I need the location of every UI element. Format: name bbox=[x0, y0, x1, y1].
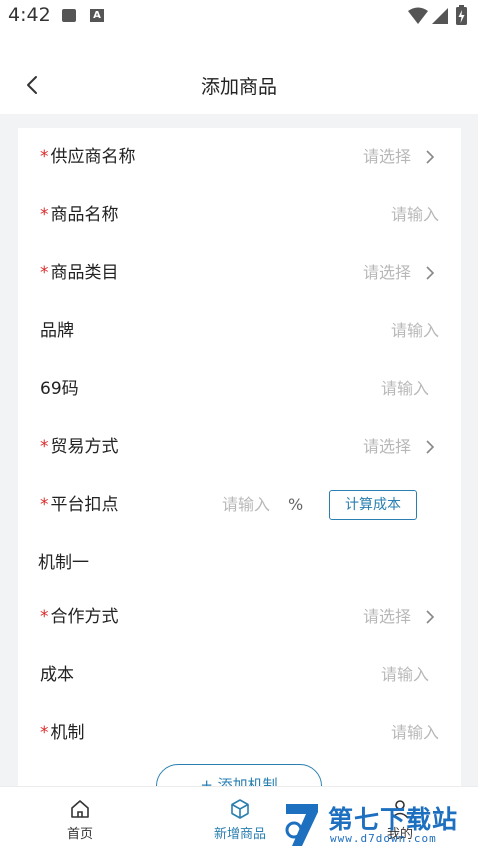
mechanism-section-title: 机制一 bbox=[38, 553, 89, 573]
mechanism-row: * 机制 请输入 bbox=[18, 704, 461, 762]
platform-discount-label: * 平台扣点 bbox=[40, 495, 119, 515]
box-icon bbox=[231, 799, 249, 819]
code69-row: 69码 请输入 bbox=[18, 360, 461, 418]
supplier-row[interactable]: * 供应商名称 请选择 bbox=[18, 128, 461, 186]
chevron-right-icon bbox=[426, 150, 435, 164]
cooperation-mode-label: * 合作方式 bbox=[40, 607, 119, 627]
status-bar: 4:42 A bbox=[0, 0, 478, 34]
image-notification-icon bbox=[62, 9, 76, 22]
brand-row: 品牌 请输入 bbox=[18, 302, 461, 360]
battery-icon bbox=[456, 5, 467, 25]
watermark: 第七下载站 www.d7down.com bbox=[282, 798, 478, 850]
category-select[interactable]: 请选择 bbox=[363, 244, 411, 302]
mechanism-label: * 机制 bbox=[40, 723, 85, 743]
chevron-right-icon bbox=[426, 266, 435, 280]
wifi-icon bbox=[408, 7, 428, 24]
code69-input[interactable]: 请输入 bbox=[381, 360, 429, 418]
platform-discount-input[interactable]: 请输入 bbox=[222, 476, 270, 534]
category-label: * 商品类目 bbox=[40, 263, 119, 283]
chevron-right-icon bbox=[426, 610, 435, 624]
trade-mode-select[interactable]: 请选择 bbox=[363, 418, 411, 476]
product-form: * 供应商名称 请选择 * 商品名称 请输入 * 商品类目 请选择 品牌 请输入 69… bbox=[18, 128, 461, 788]
watermark-title: 第七下载站 bbox=[328, 805, 459, 834]
supplier-label: * 供应商名称 bbox=[40, 147, 136, 167]
brand-input[interactable]: 请输入 bbox=[391, 302, 439, 360]
cost-input[interactable]: 请输入 bbox=[381, 646, 429, 704]
platform-discount-row: * 平台扣点 请输入 % 计算成本 bbox=[18, 476, 461, 534]
home-icon bbox=[71, 800, 89, 818]
product-name-label: * 商品名称 bbox=[40, 205, 119, 225]
watermark-url: www.d7down.com bbox=[330, 832, 437, 845]
add-mechanism-button[interactable]: + 添加机制 bbox=[156, 764, 322, 788]
calculate-cost-button[interactable]: 计算成本 bbox=[329, 490, 417, 520]
percent-unit: % bbox=[288, 495, 304, 514]
code69-label: 69码 bbox=[40, 379, 79, 399]
product-name-row: * 商品名称 请输入 bbox=[18, 186, 461, 244]
category-row[interactable]: * 商品类目 请选择 bbox=[18, 244, 461, 302]
a-notification-icon: A bbox=[90, 9, 104, 22]
page-title: 添加商品 bbox=[200, 76, 277, 98]
status-time: 4:42 bbox=[8, 4, 51, 26]
cooperation-mode-select[interactable]: 请选择 bbox=[363, 588, 411, 646]
tab-home[interactable]: 首页 bbox=[20, 787, 140, 851]
cost-label: 成本 bbox=[40, 665, 74, 685]
tab-home-label: 首页 bbox=[66, 827, 93, 842]
cooperation-mode-row[interactable]: * 合作方式 请选择 bbox=[18, 588, 461, 646]
cost-row: 成本 请输入 bbox=[18, 646, 461, 704]
status-icons bbox=[406, 5, 472, 27]
supplier-select[interactable]: 请选择 bbox=[363, 128, 411, 186]
watermark-logo-icon bbox=[285, 804, 318, 846]
chevron-right-icon bbox=[426, 440, 435, 454]
required-mark: * bbox=[40, 147, 49, 167]
trade-mode-row[interactable]: * 贸易方式 请选择 bbox=[18, 418, 461, 476]
mechanism-input[interactable]: 请输入 bbox=[391, 704, 439, 762]
product-name-input[interactable]: 请输入 bbox=[391, 186, 439, 244]
trade-mode-label: * 贸易方式 bbox=[40, 437, 119, 457]
nav-bar: 添加商品 bbox=[0, 58, 478, 112]
brand-label: 品牌 bbox=[40, 321, 74, 341]
signal-icon bbox=[432, 8, 448, 24]
